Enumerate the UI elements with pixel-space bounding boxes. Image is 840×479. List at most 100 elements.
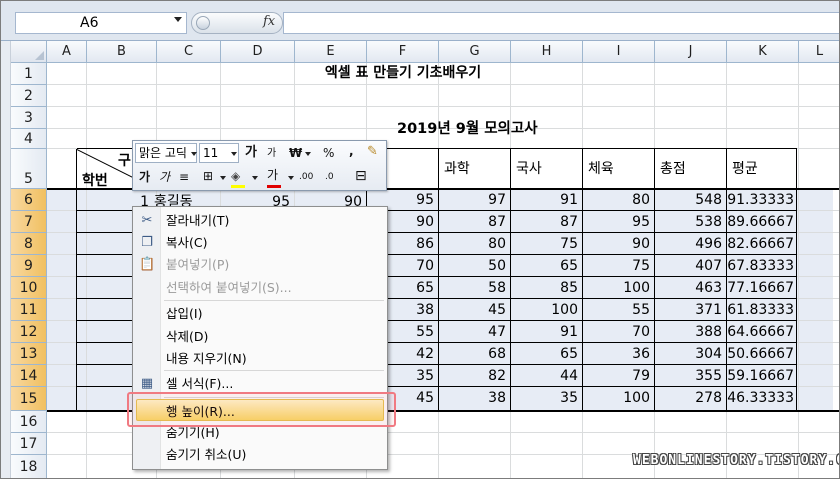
data-cell[interactable]: 47 <box>439 322 511 342</box>
row-header-17[interactable]: 17 <box>11 433 47 455</box>
borders-dropdown-icon[interactable] <box>220 176 226 180</box>
data-cell[interactable]: 50 <box>439 256 511 276</box>
column-header-k[interactable]: K <box>727 41 799 63</box>
data-cell[interactable]: 548 <box>655 190 727 210</box>
table-header-4[interactable]: 체육 <box>588 159 614 179</box>
data-cell[interactable]: 46.33333 <box>727 388 799 408</box>
column-header-g[interactable]: G <box>439 41 511 63</box>
data-cell[interactable]: 91.33333 <box>727 190 799 210</box>
data-cell[interactable]: 70 <box>583 322 655 342</box>
data-cell[interactable]: 64.66667 <box>727 322 799 342</box>
row-header-18[interactable]: 18 <box>11 455 47 478</box>
data-cell[interactable]: 463 <box>655 278 727 298</box>
row-header-14[interactable]: 14 <box>11 365 47 387</box>
column-header-h[interactable]: H <box>511 41 583 63</box>
row-header-5[interactable]: 5 <box>11 149 47 189</box>
data-cell[interactable]: 82.66667 <box>727 234 799 254</box>
data-cell[interactable]: 85 <box>511 278 583 298</box>
row-header-15[interactable]: 15 <box>11 387 47 411</box>
table-header-5[interactable]: 총점 <box>660 159 686 179</box>
table-header-6[interactable]: 평균 <box>732 159 758 179</box>
merge-center-icon[interactable]: ⊟ <box>355 166 367 186</box>
column-header-i[interactable]: I <box>583 41 655 63</box>
data-cell[interactable]: 35 <box>511 388 583 408</box>
column-header-a[interactable]: A <box>47 41 87 63</box>
shrink-font-button[interactable]: 가 <box>267 144 276 164</box>
data-cell[interactable]: 87 <box>511 212 583 232</box>
fill-color-dropdown-icon[interactable] <box>252 176 258 180</box>
font-name-box[interactable]: 맑은 고딕 <box>135 143 197 163</box>
column-header-b[interactable]: B <box>87 41 157 63</box>
data-cell[interactable]: 304 <box>655 344 727 364</box>
data-cell[interactable]: 100 <box>511 300 583 320</box>
row-header-9[interactable]: 9 <box>11 255 47 277</box>
column-header-d[interactable]: D <box>221 41 295 63</box>
data-cell[interactable]: 97 <box>439 190 511 210</box>
row-header-1[interactable]: 1 <box>11 63 47 85</box>
data-cell[interactable]: 65 <box>511 256 583 276</box>
menu-item-2[interactable]: 복사(C) <box>166 233 207 253</box>
borders-icon[interactable]: ⊞ <box>203 166 213 186</box>
data-cell[interactable]: 80 <box>583 190 655 210</box>
currency-button[interactable]: ₩ <box>289 143 302 163</box>
data-cell[interactable]: 58 <box>439 278 511 298</box>
data-cell[interactable]: 65 <box>511 344 583 364</box>
data-cell[interactable]: 50.66667 <box>727 344 799 364</box>
font-name-dropdown-icon[interactable] <box>191 152 197 156</box>
name-box-dropdown-icon[interactable] <box>174 17 182 22</box>
data-cell[interactable]: 82 <box>439 366 511 386</box>
format-painter-icon[interactable]: ✎ <box>367 142 378 162</box>
data-cell[interactable]: 496 <box>655 234 727 254</box>
menu-item-5[interactable]: 삽입(I) <box>166 304 202 324</box>
table-header-3[interactable]: 국사 <box>516 159 542 179</box>
data-cell[interactable]: 278 <box>655 388 727 408</box>
data-cell[interactable]: 407 <box>655 256 727 276</box>
data-cell[interactable]: 89.66667 <box>727 212 799 232</box>
menu-item-8[interactable]: 셀 서식(F)... <box>166 374 233 394</box>
menu-item-1[interactable]: 잘라내기(T) <box>166 211 229 231</box>
row-header-7[interactable]: 7 <box>11 211 47 233</box>
font-size-dropdown-icon[interactable] <box>231 152 237 156</box>
data-cell[interactable]: 87 <box>439 212 511 232</box>
row-header-3[interactable]: 3 <box>11 107 47 129</box>
data-cell[interactable]: 100 <box>583 278 655 298</box>
data-cell[interactable]: 75 <box>511 234 583 254</box>
italic-button[interactable]: 가 <box>159 167 170 187</box>
data-cell[interactable]: 38 <box>439 388 511 408</box>
bold-button[interactable]: 가 <box>139 167 150 187</box>
row-header-4[interactable]: 4 <box>11 129 47 149</box>
data-cell[interactable]: 61.83333 <box>727 300 799 320</box>
data-cell[interactable]: 90 <box>583 234 655 254</box>
data-cell[interactable]: 79 <box>583 366 655 386</box>
increase-decimal-button[interactable]: .00 <box>299 167 313 187</box>
table-header-2[interactable]: 과학 <box>444 159 470 179</box>
grow-font-button[interactable]: 가 <box>245 143 257 163</box>
data-cell[interactable]: 36 <box>583 344 655 364</box>
row-header-12[interactable]: 12 <box>11 321 47 343</box>
data-cell[interactable]: 55 <box>583 300 655 320</box>
row-header-13[interactable]: 13 <box>11 343 47 365</box>
column-header-c[interactable]: C <box>157 41 221 63</box>
formula-input[interactable] <box>283 12 839 34</box>
font-color-button[interactable]: 가 <box>267 165 278 185</box>
data-cell[interactable]: 91 <box>511 190 583 210</box>
data-cell[interactable]: 100 <box>583 388 655 408</box>
row-header-2[interactable]: 2 <box>11 85 47 107</box>
row-header-11[interactable]: 11 <box>11 299 47 321</box>
data-cell[interactable]: 77.16667 <box>727 278 799 298</box>
select-all-button[interactable] <box>11 41 47 63</box>
column-header-l[interactable]: L <box>799 41 839 63</box>
column-header-j[interactable]: J <box>655 41 727 63</box>
data-cell[interactable]: 538 <box>655 212 727 232</box>
align-center-icon[interactable]: ≡ <box>179 167 189 187</box>
column-header-f[interactable]: F <box>367 41 439 63</box>
name-box[interactable]: A6 <box>15 12 187 34</box>
data-cell[interactable]: 75 <box>583 256 655 276</box>
data-cell[interactable]: 388 <box>655 322 727 342</box>
data-cell[interactable]: 45 <box>439 300 511 320</box>
data-cell[interactable]: 80 <box>439 234 511 254</box>
row-header-10[interactable]: 10 <box>11 277 47 299</box>
menu-item-11[interactable]: 숨기기 취소(U) <box>166 445 246 465</box>
data-cell[interactable]: 91 <box>511 322 583 342</box>
row-header-6[interactable]: 6 <box>11 189 47 211</box>
